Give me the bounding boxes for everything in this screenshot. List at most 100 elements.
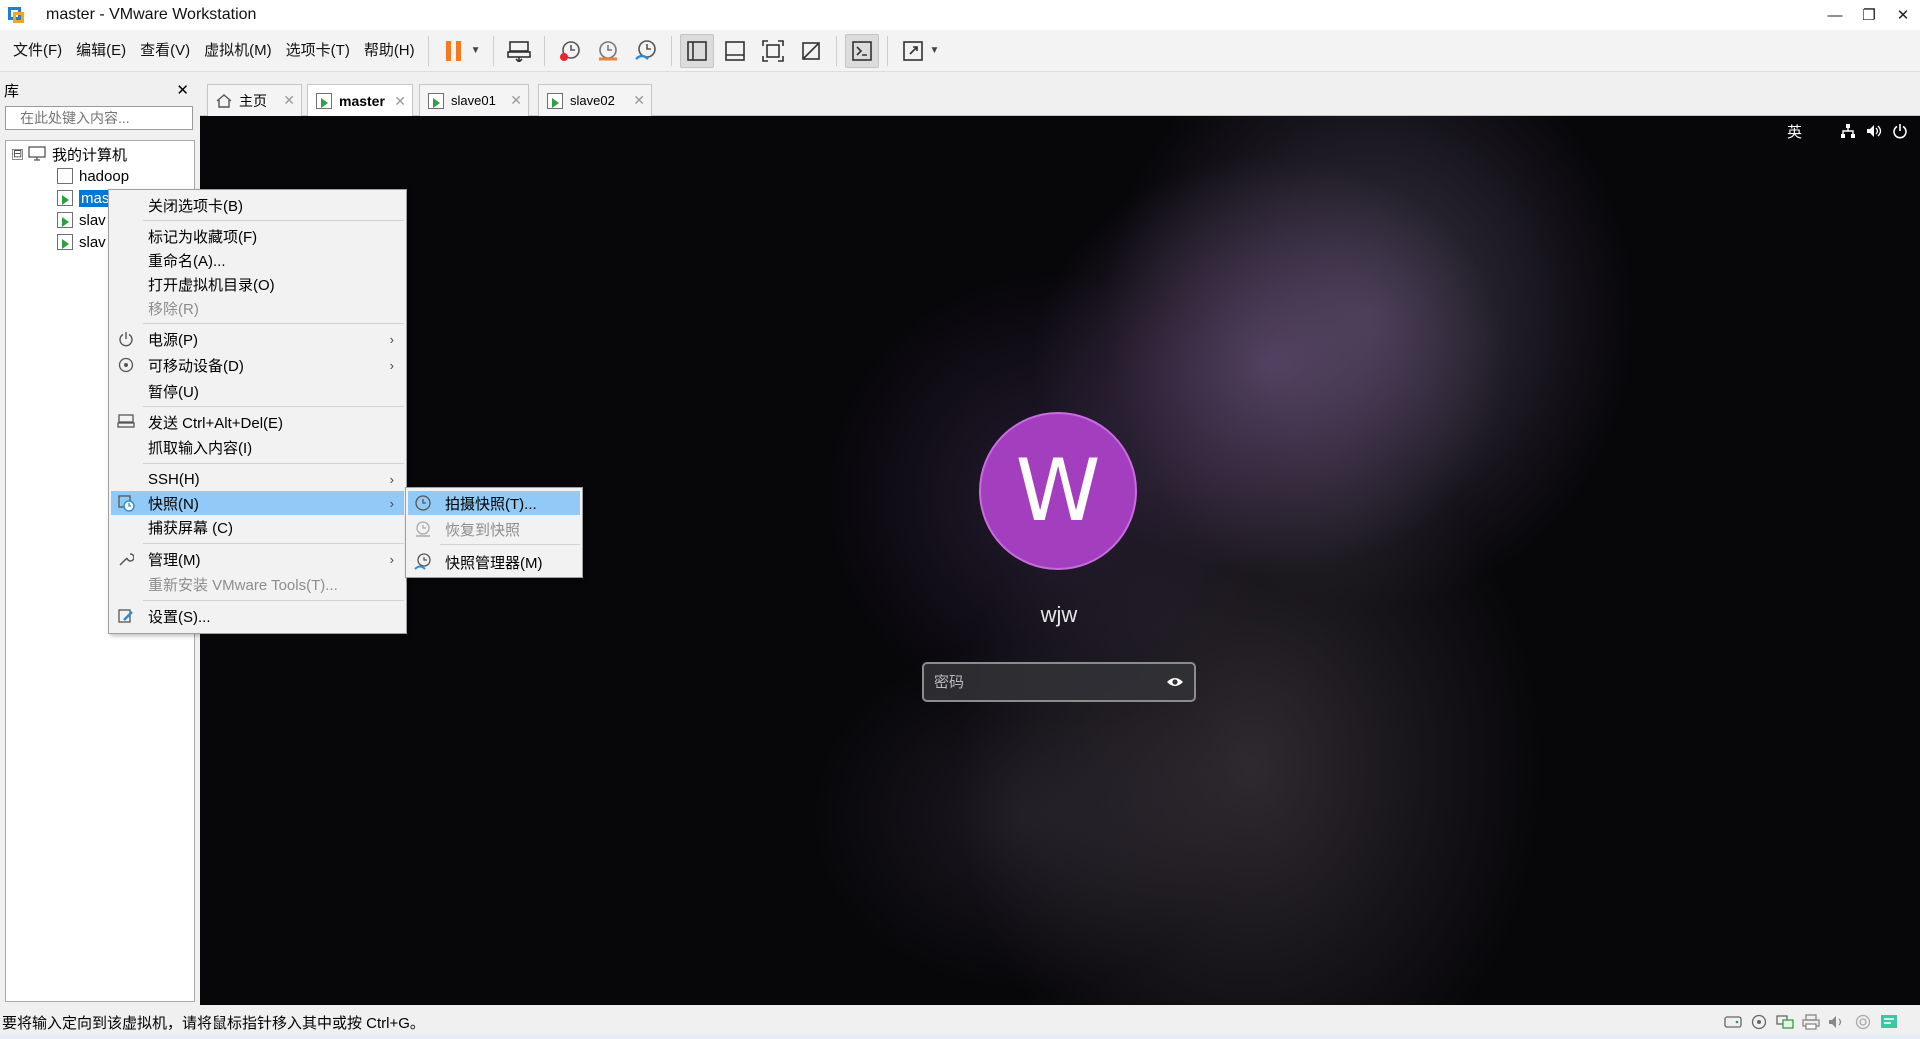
tab-close-icon[interactable]: ✕	[510, 92, 522, 109]
library-view-icon	[686, 40, 707, 61]
submenu-arrow-icon: ›	[389, 331, 394, 347]
menu-item-label: 设置(S)...	[148, 608, 211, 626]
tab-close-icon[interactable]: ✕	[633, 92, 645, 109]
hard-disk-icon[interactable]	[1724, 1014, 1742, 1030]
password-input[interactable]	[934, 673, 1166, 691]
power-icon	[119, 332, 133, 347]
tab-label: slave01	[451, 93, 496, 108]
volume-icon[interactable]	[1866, 123, 1882, 139]
menu-item-grab-input[interactable]: 抓取输入内容(I)	[111, 435, 404, 459]
tree-item-label: slav	[79, 211, 106, 229]
menu-item-label: 暂停(U)	[148, 383, 199, 401]
menu-item-power[interactable]: 电源(P) ›	[111, 327, 404, 351]
tree-item-vm[interactable]: slav	[57, 231, 106, 253]
guest-top-bar: 英	[1787, 116, 1920, 146]
menu-item-settings[interactable]: 设置(S)...	[111, 604, 404, 628]
revert-snapshot-button[interactable]	[591, 34, 625, 68]
tree-item-label: hadoop	[79, 167, 130, 185]
library-view-button[interactable]	[679, 33, 714, 68]
stretch-dropdown-caret[interactable]: ▼	[930, 45, 940, 56]
tab-slave02[interactable]: slave02 ✕	[538, 84, 652, 116]
vm-running-icon	[316, 93, 332, 109]
menu-file[interactable]: 文件(F)	[6, 30, 69, 72]
tree-item-my-computer[interactable]: ⊟ 我的计算机	[12, 143, 127, 165]
menu-item-capture-screen[interactable]: 捕获屏幕 (C)	[111, 515, 404, 539]
username-label: wjw	[1040, 602, 1078, 627]
library-header: 库 ✕	[0, 76, 197, 104]
snapshot-submenu: 拍摄快照(T)... 恢复到快照 快照管理器(M)	[405, 487, 583, 578]
usb-icon[interactable]	[1854, 1014, 1872, 1030]
network-icon[interactable]	[1840, 123, 1856, 139]
library-search-input[interactable]	[20, 110, 201, 126]
menu-item-snapshot-manager[interactable]: 快照管理器(M)	[408, 550, 580, 574]
thumbnail-bar-button[interactable]	[718, 34, 752, 68]
pause-dropdown-caret[interactable]: ▼	[471, 45, 481, 56]
menu-item-removable-devices[interactable]: 可移动设备(D) ›	[111, 353, 404, 377]
menu-item-label: SSH(H)	[148, 470, 200, 488]
tab-master[interactable]: master ✕	[307, 84, 413, 117]
tab-close-icon[interactable]: ✕	[283, 92, 295, 109]
console-view-button[interactable]	[844, 33, 879, 68]
menu-view[interactable]: 查看(V)	[133, 30, 197, 72]
restore-button[interactable]: ❐	[1852, 0, 1886, 30]
menu-item-rename[interactable]: 重命名(A)...	[111, 248, 404, 272]
menu-item-label: 标记为收藏项(F)	[148, 228, 258, 246]
menu-item-take-snapshot[interactable]: 拍摄快照(T)...	[408, 491, 580, 515]
tree-item-vm[interactable]: mas	[57, 187, 112, 209]
show-password-icon[interactable]	[1166, 676, 1184, 688]
cd-rom-icon[interactable]	[1750, 1014, 1768, 1030]
close-window-button[interactable]: ✕	[1886, 0, 1920, 30]
menu-item-label: 拍摄快照(T)...	[445, 495, 537, 513]
sound-icon[interactable]	[1828, 1014, 1846, 1030]
snapshot-manager-button[interactable]	[629, 34, 663, 68]
console-icon	[851, 40, 872, 61]
vm-running-icon	[547, 92, 563, 109]
tree-item-vm[interactable]: slav	[57, 209, 106, 231]
tab-close-icon[interactable]: ✕	[394, 93, 406, 110]
pause-button[interactable]	[437, 34, 471, 68]
minimize-button[interactable]: —	[1818, 0, 1852, 30]
menu-item-mark-favorite[interactable]: 标记为收藏项(F)	[111, 224, 404, 248]
menu-item-remove: 移除(R)	[111, 296, 404, 320]
tree-item-vm[interactable]: hadoop	[57, 165, 129, 187]
stretch-button[interactable]	[896, 34, 930, 68]
menu-item-label: 恢复到快照	[445, 521, 521, 539]
tree-item-label: 我的计算机	[52, 146, 128, 164]
menu-item-label: 捕获屏幕 (C)	[148, 519, 233, 537]
tab-slave01[interactable]: slave01 ✕	[419, 84, 529, 116]
menu-item-open-vm-directory[interactable]: 打开虚拟机目录(O)	[111, 272, 404, 296]
tab-home[interactable]: 主页 ✕	[207, 84, 302, 116]
network-icon[interactable]	[1776, 1014, 1794, 1030]
menu-item-pause[interactable]: 暂停(U)	[111, 379, 404, 403]
printer-icon[interactable]	[1802, 1014, 1820, 1030]
menu-item-snapshot[interactable]: 快照(N) ›	[111, 491, 404, 515]
bottom-edge	[0, 1034, 1920, 1039]
unity-button[interactable]	[794, 34, 828, 68]
menu-tabs[interactable]: 选项卡(T)	[279, 30, 357, 72]
take-snapshot-button[interactable]	[553, 34, 587, 68]
library-close-button[interactable]: ✕	[176, 81, 189, 99]
snapshot-icon	[118, 495, 135, 512]
removable-devices-icon	[118, 357, 134, 373]
power-icon[interactable]	[1892, 123, 1908, 139]
menu-item-close-tab[interactable]: 关闭选项卡(B)	[111, 193, 404, 217]
input-method-indicator[interactable]: 英	[1787, 121, 1802, 142]
menu-item-label: 管理(M)	[148, 551, 201, 569]
submenu-arrow-icon: ›	[389, 357, 394, 373]
send-ctrl-alt-del-button[interactable]	[502, 34, 536, 68]
menu-edit[interactable]: 编辑(E)	[69, 30, 133, 72]
menu-item-send-ctrl-alt-del[interactable]: 发送 Ctrl+Alt+Del(E)	[111, 410, 404, 434]
menu-item-ssh[interactable]: SSH(H) ›	[111, 467, 404, 491]
take-snapshot-icon	[415, 495, 431, 511]
pause-icon	[445, 40, 461, 61]
fullscreen-button[interactable]	[756, 34, 790, 68]
vm-running-icon	[57, 234, 73, 250]
collapse-icon[interactable]: ⊟	[12, 148, 23, 160]
menu-item-label: 可移动设备(D)	[148, 357, 244, 375]
menu-separator	[440, 544, 580, 545]
menu-help[interactable]: 帮助(H)	[357, 30, 422, 72]
menu-item-manage[interactable]: 管理(M) ›	[111, 547, 404, 571]
menu-vm[interactable]: 虚拟机(M)	[197, 30, 279, 72]
menu-item-label: 重新安装 VMware Tools(T)...	[148, 576, 338, 594]
message-icon[interactable]	[1880, 1014, 1898, 1030]
